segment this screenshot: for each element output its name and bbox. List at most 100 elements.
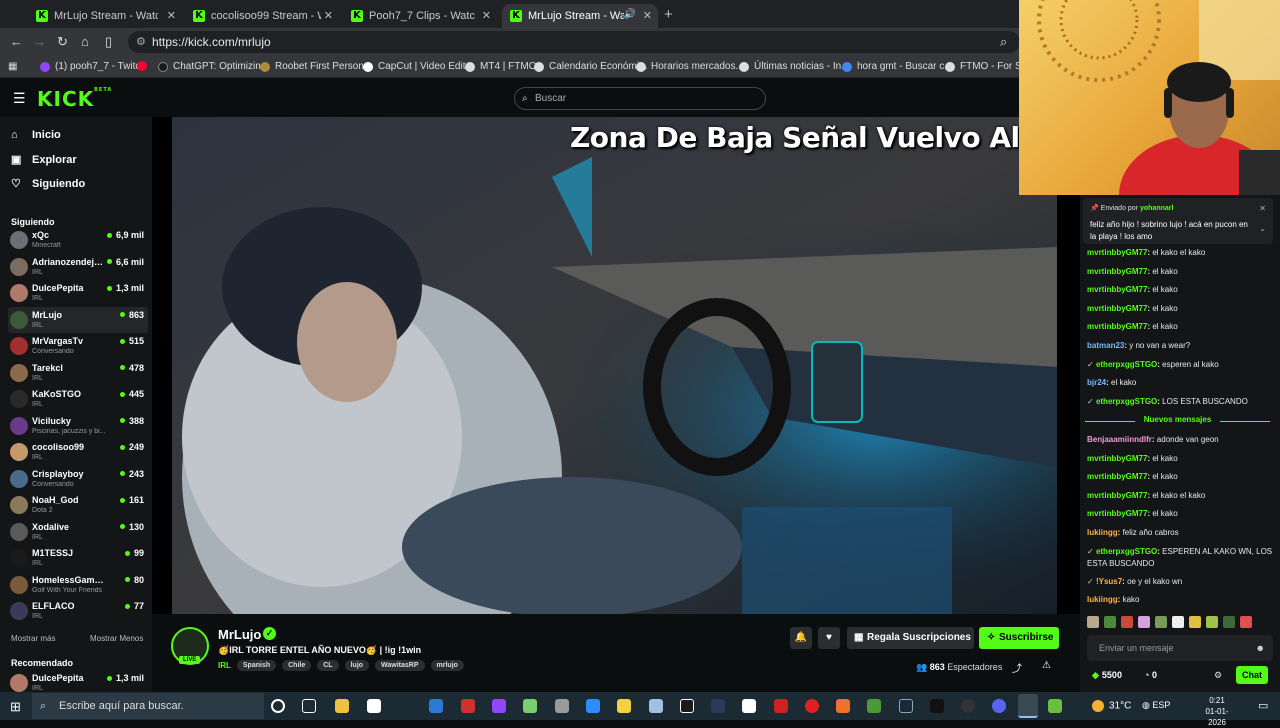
chat-username[interactable]: etherpxggSTGO	[1096, 547, 1157, 556]
emote[interactable]	[1172, 616, 1184, 628]
app-icon[interactable]	[461, 699, 475, 713]
browser-tab[interactable]: K cocolisoo99 Stream - Watch Live on Kic…	[185, 4, 339, 28]
bookmark[interactable]: hora gmt - Buscar c...	[842, 61, 953, 72]
show-more-link[interactable]: Mostrar más	[11, 634, 55, 643]
emote[interactable]	[1104, 616, 1116, 628]
bookmark[interactable]: Calendario Económi...	[534, 61, 647, 72]
opera-icon[interactable]	[805, 699, 819, 713]
speaker-icon[interactable]: 🔊	[624, 9, 636, 20]
chat-input[interactable]: Enviar un mensaje ☻	[1087, 635, 1273, 661]
bookmark[interactable]: Últimas noticias - In...	[739, 61, 850, 72]
weather-widget[interactable]: 31°C	[1092, 700, 1131, 712]
share-icon[interactable]: ⤴	[1012, 660, 1022, 675]
edge-icon[interactable]	[429, 699, 443, 713]
chat-username[interactable]: lukiingg	[1087, 528, 1118, 537]
sidebar-channel[interactable]: Tarekcl IRL 478	[8, 360, 148, 386]
notepad-icon[interactable]	[367, 699, 381, 713]
tag[interactable]: Chile	[282, 659, 312, 671]
bookmark[interactable]: (1) pooh7_7 - Twitch	[40, 61, 146, 72]
app-icon[interactable]	[774, 699, 788, 713]
kick-logo[interactable]: KICKBETA	[37, 87, 112, 111]
twitch-icon[interactable]	[492, 699, 506, 713]
browser-tab-active[interactable]: K MrLujo Stream - Watch Live on Kick 🔊 ✕	[502, 4, 658, 28]
bookmark[interactable]: ChatGPT: Optimizin...	[158, 61, 269, 72]
app-icon[interactable]	[961, 699, 975, 713]
sidebar-channel[interactable]: MrVargasTv Conversando 515	[8, 333, 148, 359]
tag[interactable]: Spanish	[236, 659, 277, 671]
sticky-notes-icon[interactable]	[617, 699, 631, 713]
close-icon[interactable]: ✕	[482, 9, 491, 22]
chat-username[interactable]: batman23	[1087, 341, 1124, 350]
chat-username[interactable]: etherpxggSTGO	[1096, 360, 1157, 369]
chat-username[interactable]: bjr24	[1087, 378, 1106, 387]
taskbar-search[interactable]: ⌕ Escribe aquí para buscar.	[32, 693, 264, 719]
sidebar-channel[interactable]: M1TESSJ IRL 99	[8, 545, 148, 571]
streamer-name[interactable]: MrLujo	[218, 627, 261, 642]
emote[interactable]	[1240, 616, 1252, 628]
notification-bell-button[interactable]: 🔔	[790, 627, 812, 649]
bookmark[interactable]: CapCut | Video Edit...	[363, 61, 474, 72]
subscribe-button[interactable]: ✧ Suscribirse	[979, 627, 1059, 649]
chat-username[interactable]: mvrtinbbyGM77	[1087, 267, 1147, 276]
chat-username[interactable]: mvrtinbbyGM77	[1087, 509, 1147, 518]
discord-icon[interactable]	[992, 699, 1006, 713]
sidebar-channel[interactable]: KaKoSTGO IRL 445	[8, 386, 148, 412]
emote[interactable]	[1189, 616, 1201, 628]
tiktok-icon[interactable]	[930, 699, 944, 713]
search-input[interactable]: ⌕ Buscar	[514, 87, 766, 110]
tag[interactable]: CL	[317, 659, 339, 671]
sidebar-toggle-icon[interactable]: ▯	[105, 34, 112, 50]
reload-icon[interactable]: ↻	[57, 34, 68, 50]
close-icon[interactable]: ✕	[643, 9, 652, 22]
app-icon[interactable]	[680, 699, 694, 713]
app-icon[interactable]	[649, 699, 663, 713]
chat-send-button[interactable]: Chat	[1236, 666, 1268, 684]
sidebar-channel[interactable]: Xodalive IRL 130	[8, 519, 148, 545]
chat-username[interactable]: mvrtinbbyGM77	[1087, 304, 1147, 313]
nav-siguiendo[interactable]: ♡ Siguiendo	[11, 177, 85, 191]
sidebar-channel[interactable]: Crisplayboy Conversando 243	[8, 466, 148, 492]
zoom-icon[interactable]: ⌕	[1000, 34, 1007, 50]
site-info-icon[interactable]: ⚙	[136, 31, 146, 53]
cortana-icon[interactable]	[271, 699, 285, 713]
video-player[interactable]: Zona De Baja Señal Vuelvo Altiro	[152, 117, 1080, 614]
browser-tab[interactable]: K MrLujo Stream - Watch Live on Kick ✕	[28, 4, 182, 28]
chat-username[interactable]: mvrtinbbyGM77	[1087, 322, 1147, 331]
minecraft-icon[interactable]	[867, 699, 881, 713]
chat-username[interactable]: mvrtinbbyGM77	[1087, 285, 1147, 294]
emote[interactable]	[1121, 616, 1133, 628]
category-link[interactable]: IRL	[218, 661, 231, 670]
close-icon[interactable]: ✕	[324, 9, 333, 22]
nav-explorar[interactable]: ▣ Explorar	[11, 153, 77, 167]
app-icon[interactable]	[523, 699, 537, 713]
clock[interactable]: 0:21 01-01-2026	[1199, 695, 1235, 728]
tag[interactable]: lujo	[344, 659, 370, 671]
bookmark[interactable]: Horarios mercados...	[636, 61, 744, 72]
sidebar-channel[interactable]: xQc Minecraft 6,9 mil	[8, 227, 148, 253]
chat-username[interactable]: mvrtinbbyGM77	[1087, 454, 1147, 463]
app-icon[interactable]	[742, 699, 756, 713]
app-icon[interactable]	[836, 699, 850, 713]
unpin-icon[interactable]: ✕	[1259, 204, 1266, 213]
back-icon[interactable]: ←	[10, 34, 23, 49]
sidebar-channel[interactable]: ELFLACO IRL 77	[8, 598, 148, 624]
follow-button[interactable]: ♥	[818, 627, 840, 649]
channel-points[interactable]: ◆ 5500	[1092, 670, 1122, 681]
sidebar-channel[interactable]: NoaH_God Dota 2 161	[8, 492, 148, 518]
app-icon[interactable]	[555, 699, 569, 713]
new-tab-button[interactable]: +	[664, 6, 673, 23]
forward-icon[interactable]: →	[33, 34, 46, 49]
sidebar-channel[interactable]: Adrianozendeja... IRL 6,6 mil	[8, 254, 148, 280]
bookmark[interactable]: MT4 | FTMO	[465, 61, 536, 72]
sidebar-channel[interactable]: MrLujo IRL 863	[8, 306, 148, 333]
steam-icon[interactable]	[899, 699, 913, 713]
apps-icon[interactable]: ▦	[8, 61, 17, 72]
chat-username[interactable]: Benjaaamiinndlfr	[1087, 435, 1152, 444]
address-bar[interactable]: ⚙ https://kick.com/mrlujo	[128, 31, 1020, 53]
emote[interactable]	[1223, 616, 1235, 628]
report-icon[interactable]: ⚠	[1042, 660, 1051, 671]
notification-icon[interactable]: ▭	[1258, 699, 1268, 712]
zoom-app-icon[interactable]	[586, 699, 600, 713]
sidebar-channel[interactable]: cocolisoo99 IRL 249	[8, 439, 148, 465]
emote[interactable]	[1087, 616, 1099, 628]
